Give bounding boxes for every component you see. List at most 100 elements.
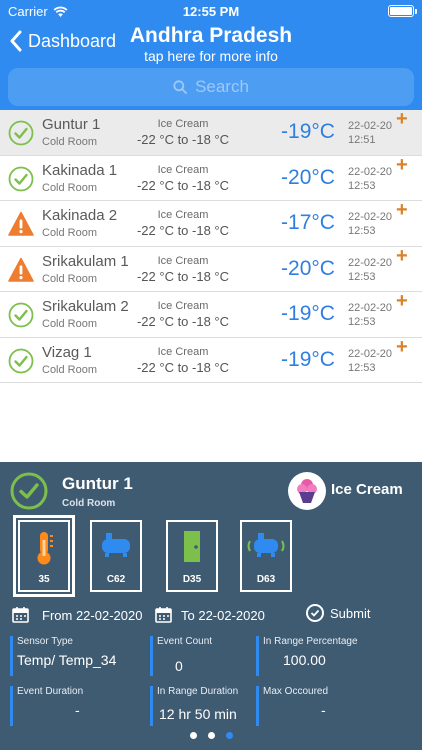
thermometer-icon [37, 532, 53, 565]
temperature-range: -22 °C to -18 °C [136, 314, 230, 329]
device-name: Kakinada 1 [42, 161, 118, 179]
stat-value: 12 hr 50 min [159, 706, 237, 722]
reading-date: 22-02-20 [348, 120, 393, 132]
product-name: Ice Cream [157, 163, 209, 176]
device-name: Srikakulam 2 [42, 298, 129, 315]
submit-label: Submit [330, 605, 371, 621]
temperature-range: -22 °C to -18 °C [136, 177, 230, 193]
temperature-range: -22 °C to -18 °C [136, 268, 230, 284]
page-dot[interactable] [189, 732, 197, 739]
back-label: Dashboard [28, 30, 117, 51]
calendar-icon[interactable] [155, 606, 172, 623]
chevron-left-icon [10, 30, 22, 52]
page-dot[interactable] [225, 732, 233, 739]
stat-label: In Range Duration [157, 686, 239, 697]
sensor-label: D63 [256, 574, 276, 585]
product-name: Ice Cream [157, 345, 209, 358]
device-name: Kakinada 2 [42, 207, 118, 224]
stat-value: 0 [175, 658, 183, 674]
search-placeholder: Search [195, 77, 249, 96]
header-bar: Carrier 12:55 PM Dashboard Andhra Prades… [0, 0, 422, 110]
list-item[interactable]: Kakinada 1 Cold Room Ice Cream -22 °C to… [0, 154, 422, 201]
ice-cream-icon [297, 479, 317, 503]
sensor-tiles: 35 C62 D35 D63 [0, 515, 422, 597]
device-type: Cold Room [42, 227, 98, 239]
page-indicator[interactable] [0, 732, 422, 739]
detail-subtitle: Cold Room [62, 498, 116, 509]
device-name: Guntur 1 [42, 116, 101, 133]
list-item[interactable]: Kakinada 2 Cold Room Ice Cream -22 °C to… [0, 199, 422, 247]
calendar-icon[interactable] [12, 606, 29, 623]
device-type: Cold Room [42, 181, 98, 194]
sensor-tile-d35[interactable]: D35 [166, 520, 218, 592]
current-temperature: -17°C [281, 211, 335, 234]
reading-date: 22-02-20 [348, 256, 393, 269]
add-icon[interactable]: + [396, 154, 408, 177]
reading-time: 12:51 [348, 134, 376, 146]
sensor-label: 35 [38, 574, 50, 585]
sensor-label: D35 [182, 574, 202, 585]
current-temperature: -19°C [281, 302, 335, 325]
add-icon[interactable]: + [396, 245, 408, 268]
from-date[interactable]: From 22-02-2020 [42, 608, 142, 623]
reading-date: 22-02-20 [348, 211, 393, 223]
reading-time: 12:53 [348, 179, 376, 192]
current-temperature: -19°C [281, 347, 335, 371]
stat-max-occoured: Max Occoured - [256, 686, 416, 726]
to-date[interactable]: To 22-02-2020 [181, 608, 265, 623]
detail-panel: Guntur 1 Cold Room Ice Cream 35 C62 D35 … [0, 462, 422, 750]
status-bar: Carrier 12:55 PM [0, 0, 422, 22]
date-filter: From 22-02-2020 To 22-02-2020 Submit [0, 604, 422, 628]
current-temperature: -20°C [281, 256, 335, 280]
search-bar[interactable]: Search [8, 68, 414, 106]
list-item[interactable]: Vizag 1 Cold Room Ice Cream -22 °C to -1… [0, 336, 422, 383]
region-title[interactable]: Andhra Pradesh tap here for more info [108, 24, 314, 64]
stat-label: Event Count [157, 636, 213, 647]
sensor-tile-c62[interactable]: C62 [90, 520, 142, 592]
stat-sensor-type: Sensor Type Temp/ Temp_34 [10, 636, 140, 676]
reading-time: 12:53 [348, 270, 376, 283]
device-type: Cold Room [42, 363, 98, 376]
detail-title: Guntur 1 [62, 474, 133, 493]
current-temperature: -20°C [281, 165, 335, 189]
check-icon [306, 604, 324, 622]
add-icon[interactable]: + [396, 199, 408, 222]
add-icon[interactable]: + [396, 290, 408, 313]
stat-event-duration: Event Duration - [10, 686, 140, 726]
add-icon[interactable]: + [396, 108, 408, 131]
device-type: Cold Room [42, 272, 98, 285]
list-item[interactable]: Guntur 1 Cold Room Ice Cream -22 °C to -… [0, 108, 422, 156]
battery-icon [388, 5, 417, 17]
sensor-tile-35[interactable]: 35 [13, 515, 75, 597]
page-subtitle: tap here for more info [144, 48, 278, 64]
product-name: Ice Cream [157, 209, 209, 221]
reading-time: 12:53 [348, 225, 376, 237]
sensor-label: C62 [106, 574, 126, 585]
page-dot[interactable] [207, 732, 215, 739]
list-item[interactable]: Srikakulam 2 Cold Room Ice Cream -22 °C … [0, 290, 422, 338]
temperature-range: -22 °C to -18 °C [136, 223, 230, 238]
back-button[interactable]: Dashboard [8, 30, 116, 52]
reading-date: 22-02-20 [348, 165, 393, 178]
compressor-icon [102, 533, 130, 557]
clock: 12:55 PM [182, 4, 240, 19]
check-circle-icon [10, 472, 48, 510]
temperature-range: -22 °C to -18 °C [136, 359, 230, 375]
stat-value: 100.00 [283, 652, 326, 668]
add-icon[interactable]: + [396, 336, 408, 359]
stat-label: Sensor Type [17, 636, 73, 647]
stat-event-count: Event Count 0 [150, 636, 250, 676]
reading-time: 12:53 [348, 361, 376, 374]
device-name: Srikakulam 1 [42, 252, 129, 270]
stat-value: - [75, 702, 80, 718]
sensor-tile-d63[interactable]: D63 [240, 520, 292, 592]
warning-icon [8, 211, 34, 237]
check-circle-icon [8, 348, 34, 374]
submit-button[interactable]: Submit [306, 604, 370, 622]
list-item[interactable]: Srikakulam 1 Cold Room Ice Cream -22 °C … [0, 245, 422, 292]
product-name: Ice Cream [157, 118, 209, 130]
door-icon [184, 531, 200, 562]
product-name: Ice Cream [157, 254, 209, 267]
product-label: Ice Cream [331, 481, 403, 498]
stat-label: Max Occoured [263, 686, 329, 697]
